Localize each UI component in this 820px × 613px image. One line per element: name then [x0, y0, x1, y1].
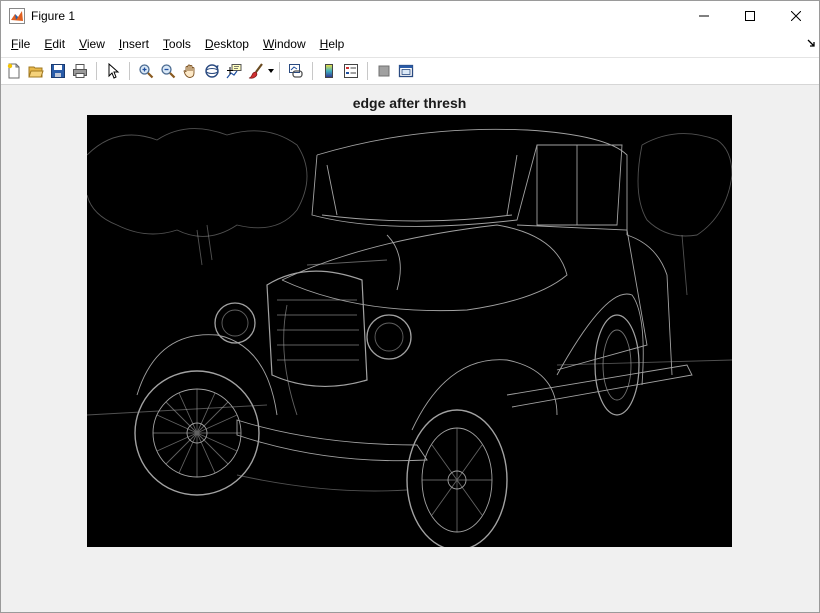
link-plot-icon: [289, 64, 303, 78]
zoom-out-button[interactable]: [158, 61, 178, 81]
maximize-icon: [745, 11, 755, 21]
figure-toolbar: [1, 57, 819, 85]
new-figure-button[interactable]: [4, 61, 24, 81]
menu-window[interactable]: Window: [257, 37, 312, 51]
pan-icon: [183, 64, 195, 78]
link-plot-button[interactable]: [286, 61, 306, 81]
brush-icon: [248, 63, 263, 79]
brush-dropdown-icon[interactable]: [268, 68, 274, 74]
figure-window: Figure 1 File Edit View Insert Tools Des…: [0, 0, 820, 613]
print-button[interactable]: [70, 61, 90, 81]
hide-plot-tools-icon: [378, 65, 390, 77]
toolbar-separator: [129, 62, 130, 80]
minimize-icon: [699, 15, 709, 17]
open-file-button[interactable]: [26, 61, 46, 81]
insert-colorbar-button[interactable]: [319, 61, 339, 81]
close-icon: [791, 11, 801, 21]
menu-bar: File Edit View Insert Tools Desktop Wind…: [1, 31, 819, 57]
pointer-icon: [108, 63, 120, 79]
new-figure-icon: [7, 63, 20, 79]
save-icon: [51, 64, 65, 78]
menu-help[interactable]: Help: [314, 37, 351, 51]
window-title: Figure 1: [31, 9, 76, 23]
menu-view[interactable]: View: [73, 37, 111, 51]
zoom-out-icon: [161, 64, 176, 79]
menu-insert[interactable]: Insert: [113, 37, 155, 51]
close-button[interactable]: [773, 1, 819, 31]
figure-canvas: edge after thresh: [1, 86, 819, 612]
rotate-3d-button[interactable]: [202, 61, 222, 81]
edge-image[interactable]: [87, 115, 732, 547]
pointer-button[interactable]: [103, 61, 123, 81]
menu-edit[interactable]: Edit: [38, 37, 71, 51]
colorbar-icon: [325, 64, 333, 78]
matlab-app-icon: [9, 8, 25, 24]
maximize-button[interactable]: [727, 1, 773, 31]
toolbar-separator: [279, 62, 280, 80]
open-file-icon: [28, 66, 44, 78]
menu-tools[interactable]: Tools: [157, 37, 197, 51]
toolbar-separator: [96, 62, 97, 80]
zoom-in-icon: [139, 64, 154, 79]
pan-button[interactable]: [180, 61, 200, 81]
minimize-button[interactable]: [681, 1, 727, 31]
print-icon: [73, 64, 87, 78]
menu-file[interactable]: File: [5, 37, 36, 51]
show-plot-tools-icon: [398, 64, 414, 78]
save-button[interactable]: [48, 61, 68, 81]
toolbar-separator: [367, 62, 368, 80]
toolbar-separator: [312, 62, 313, 80]
brush-button[interactable]: [246, 61, 266, 81]
plot-title: edge after thresh: [352, 95, 467, 111]
zoom-in-button[interactable]: [136, 61, 156, 81]
show-plot-tools-button[interactable]: [396, 61, 416, 81]
data-cursor-button[interactable]: [224, 61, 244, 81]
legend-icon: [344, 64, 358, 78]
title-bar: Figure 1: [1, 1, 819, 31]
data-cursor-icon: [226, 64, 242, 79]
hide-plot-tools-button[interactable]: [374, 61, 394, 81]
insert-legend-button[interactable]: [341, 61, 361, 81]
dock-arrow-icon[interactable]: [807, 39, 815, 47]
menu-desktop[interactable]: Desktop: [199, 37, 255, 51]
rotate-3d-icon: [205, 64, 219, 78]
